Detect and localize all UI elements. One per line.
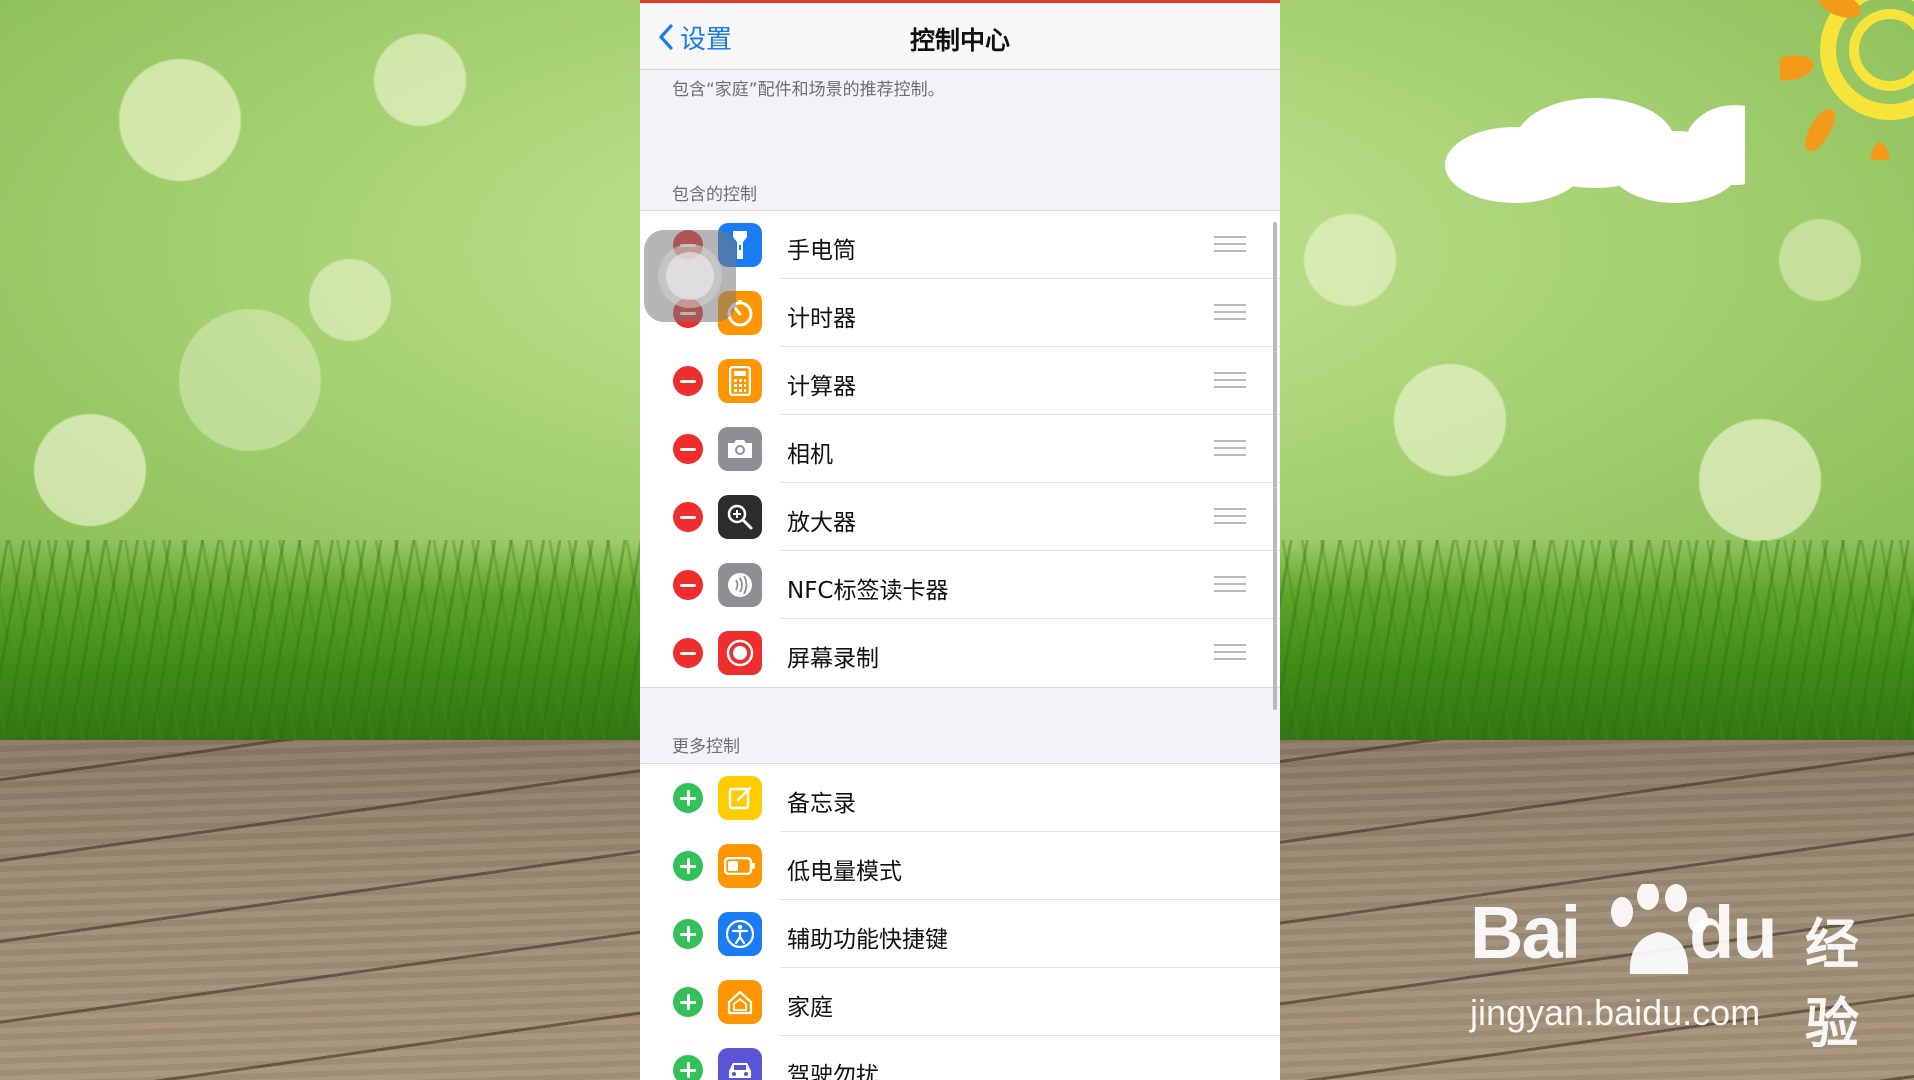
nfc-icon bbox=[718, 563, 762, 607]
list-item-screen-recording: 屏幕录制 bbox=[640, 619, 1280, 687]
list-item-label: NFC标签读卡器 bbox=[787, 578, 949, 604]
accessibility-icon bbox=[718, 912, 762, 956]
remove-calculator-button[interactable] bbox=[673, 366, 703, 396]
list-item-label: 备忘录 bbox=[787, 791, 856, 817]
included-controls-header: 包含的控制 bbox=[672, 185, 757, 205]
more-controls-list: 备忘录 低电量模式 辅助功能快捷键 家庭 驾驶勿扰 bbox=[640, 763, 1280, 1080]
reorder-handle[interactable] bbox=[1214, 576, 1246, 594]
remove-screen-recording-button[interactable] bbox=[673, 638, 703, 668]
add-notes-button[interactable] bbox=[673, 783, 703, 813]
list-item-notes: 备忘录 bbox=[640, 764, 1280, 832]
list-item-timer: 计时器 bbox=[640, 279, 1280, 347]
more-controls-header: 更多控制 bbox=[672, 737, 740, 757]
reorder-handle[interactable] bbox=[1214, 440, 1246, 458]
list-item-label: 屏幕录制 bbox=[787, 646, 879, 672]
list-item-low-power-mode: 低电量模式 bbox=[640, 832, 1280, 900]
watermark-url: jingyan.baidu.com bbox=[1470, 992, 1761, 1033]
add-driving-focus-button[interactable] bbox=[673, 1055, 703, 1080]
paw-logo-icon bbox=[1611, 884, 1708, 974]
list-item-label: 计时器 bbox=[787, 306, 856, 332]
list-item-label: 放大器 bbox=[787, 510, 856, 536]
add-low-power-mode-button[interactable] bbox=[673, 851, 703, 881]
notes-icon bbox=[718, 776, 762, 820]
reorder-handle[interactable] bbox=[1214, 644, 1246, 662]
calculator-icon bbox=[718, 359, 762, 403]
phone-screen: 设置 控制中心 包含“家庭”配件和场景的推荐控制。 包含的控制 手电筒 计时器 bbox=[640, 0, 1280, 1080]
list-item-label: 手电筒 bbox=[787, 238, 856, 264]
reorder-handle[interactable] bbox=[1214, 236, 1246, 254]
list-item-nfc-reader: NFC标签读卡器 bbox=[640, 551, 1280, 619]
magnifier-icon bbox=[718, 495, 762, 539]
list-item-driving-focus: 驾驶勿扰 bbox=[640, 1036, 1280, 1080]
scrollbar[interactable] bbox=[1273, 222, 1277, 710]
list-item-accessibility-shortcut: 辅助功能快捷键 bbox=[640, 900, 1280, 968]
included-controls-list: 手电筒 计时器 计算器 相机 放大器 NFC标签读卡器 屏幕录制 bbox=[640, 210, 1280, 688]
assistive-touch-button[interactable] bbox=[644, 230, 736, 322]
list-item-magnifier: 放大器 bbox=[640, 483, 1280, 551]
navigation-bar: 设置 控制中心 bbox=[640, 3, 1280, 70]
sun-illustration bbox=[1780, 0, 1914, 160]
baidu-jingyan-watermark: Bai du 经验 jingyan.baidu.com bbox=[1470, 884, 1859, 1054]
reorder-handle[interactable] bbox=[1214, 372, 1246, 390]
car-icon bbox=[718, 1048, 762, 1080]
list-item-label: 家庭 bbox=[787, 995, 833, 1021]
list-item-camera: 相机 bbox=[640, 415, 1280, 483]
remove-camera-button[interactable] bbox=[673, 434, 703, 464]
remove-nfc-reader-button[interactable] bbox=[673, 570, 703, 600]
watermark-product: 经验 bbox=[1805, 915, 1859, 1054]
cloud-illustration bbox=[1445, 98, 1745, 203]
list-item-label: 辅助功能快捷键 bbox=[787, 927, 948, 953]
list-item-label: 相机 bbox=[787, 442, 833, 468]
list-item-home: 家庭 bbox=[640, 968, 1280, 1036]
add-home-button[interactable] bbox=[673, 987, 703, 1017]
list-item-label: 驾驶勿扰 bbox=[787, 1063, 879, 1080]
list-item-calculator: 计算器 bbox=[640, 347, 1280, 415]
list-item-label: 计算器 bbox=[787, 374, 856, 400]
screen-record-icon bbox=[718, 631, 762, 675]
low-power-icon bbox=[718, 844, 762, 888]
home-icon bbox=[718, 980, 762, 1024]
reorder-handle[interactable] bbox=[1214, 508, 1246, 526]
remove-magnifier-button[interactable] bbox=[673, 502, 703, 532]
list-item-label: 低电量模式 bbox=[787, 859, 902, 885]
list-item-flashlight: 手电筒 bbox=[640, 211, 1280, 279]
reorder-handle[interactable] bbox=[1214, 304, 1246, 322]
camera-icon bbox=[718, 427, 762, 471]
section-description: 包含“家庭”配件和场景的推荐控制。 bbox=[672, 80, 945, 100]
page-title: 控制中心 bbox=[909, 26, 1010, 55]
add-accessibility-shortcut-button[interactable] bbox=[673, 919, 703, 949]
